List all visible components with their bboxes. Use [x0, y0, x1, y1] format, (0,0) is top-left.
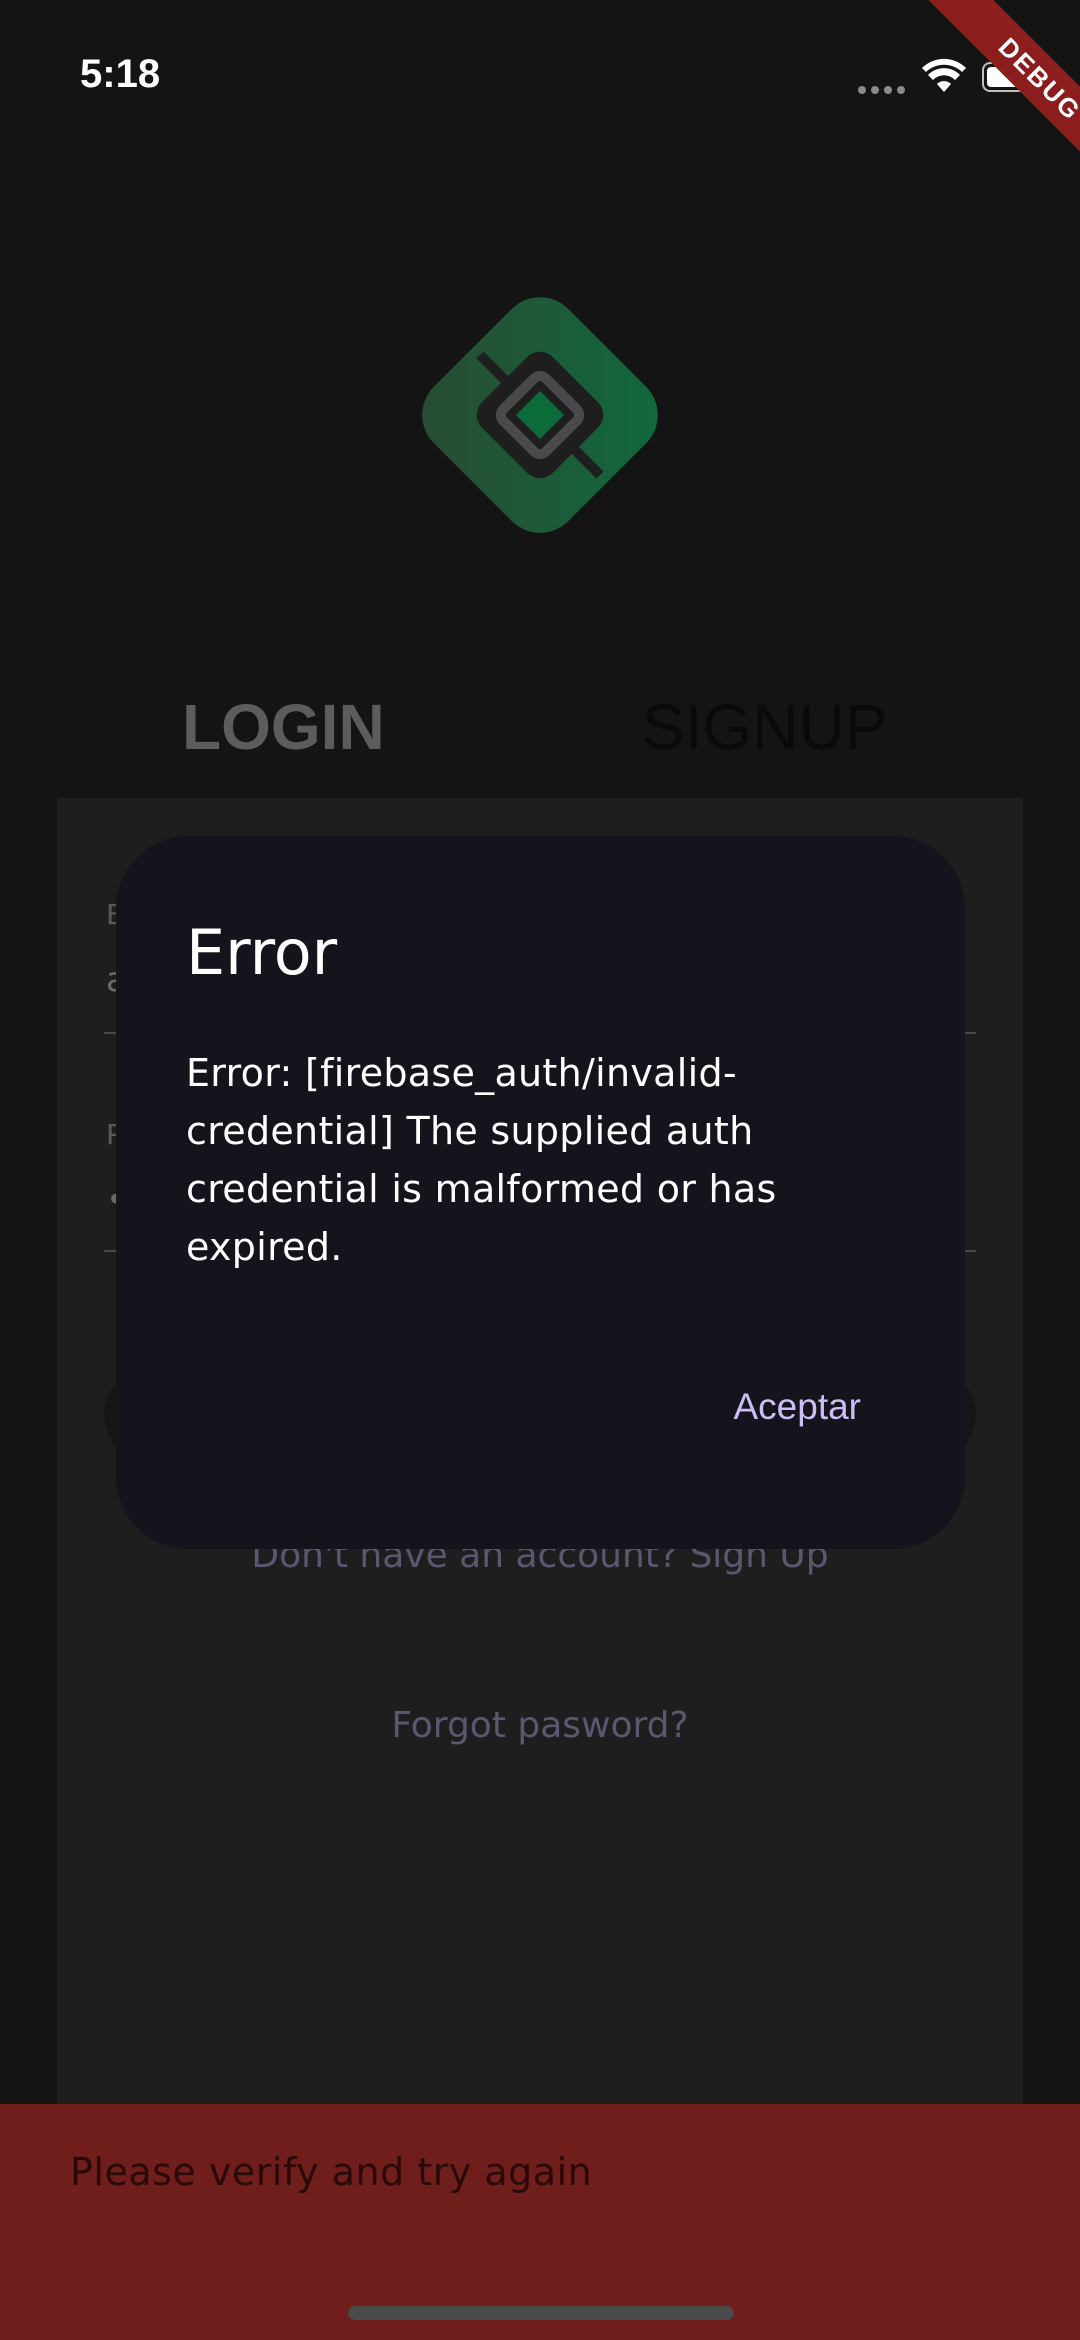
- home-indicator[interactable]: [348, 2306, 734, 2320]
- error-snackbar: Please verify and try again: [0, 2104, 1080, 2340]
- dialog-message: Error: [firebase_auth/invalid-credential…: [186, 1051, 777, 1269]
- login-screen: 5:18 LOGIN SIGNUP E a P • Don't: [0, 0, 1080, 2340]
- dialog-title: Error: [186, 916, 338, 989]
- accept-button[interactable]: Aceptar: [733, 1386, 861, 1428]
- error-dialog: Error Error: [firebase_auth/invalid-cred…: [116, 836, 965, 1549]
- snackbar-message: Please verify and try again: [70, 2150, 593, 2194]
